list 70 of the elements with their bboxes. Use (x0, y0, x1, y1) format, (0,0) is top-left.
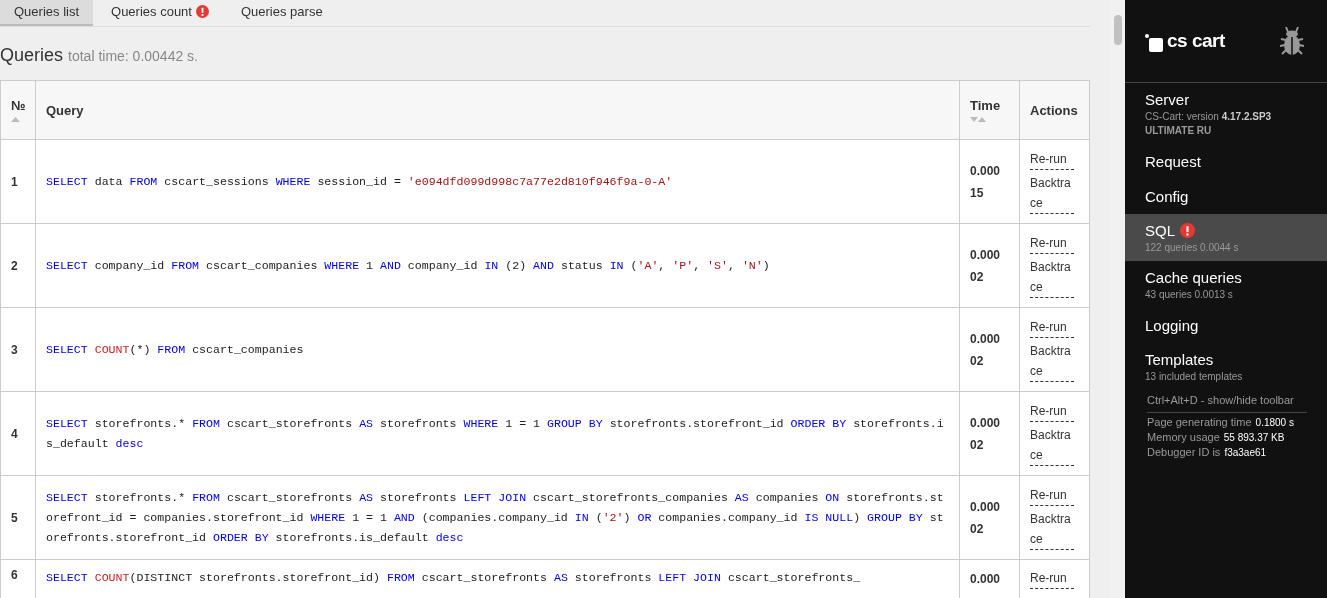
tab[interactable]: Queries parse (226, 0, 337, 26)
query-time: 0.00002 (970, 414, 1002, 454)
action-link[interactable]: Re-run (1030, 233, 1074, 254)
item-label: Server (1145, 91, 1190, 108)
row-number: 2 (11, 258, 18, 273)
scrollbar[interactable] (1110, 0, 1125, 598)
sidebar-item[interactable]: Logging (1125, 308, 1327, 343)
item-label: Config (1145, 188, 1189, 205)
item-detail: 43 queries 0.0013 s (1145, 289, 1234, 300)
row-number: 3 (11, 342, 18, 357)
column-title: Query (46, 102, 84, 118)
row-number: 4 (11, 426, 18, 441)
sort-icon[interactable] (970, 117, 986, 122)
item-detail: 13 included templates (1145, 371, 1244, 382)
stat-value: 55 893.37 KB (1223, 432, 1285, 443)
item-detail: ULTIMATE RU (1145, 125, 1213, 136)
tab[interactable]: Queries list (0, 0, 94, 26)
column-title: Time (970, 98, 1001, 113)
item-detail: CS-Cart: version 4.17.2.SP3 (1145, 111, 1273, 122)
row-number: 5 (11, 510, 18, 525)
stat-value: 0.1800 s (1255, 417, 1294, 428)
action-link[interactable]: Re-run (1030, 485, 1074, 506)
action-link[interactable]: Backtrace (1030, 425, 1074, 466)
query-time: 0.00002 (970, 330, 1002, 370)
action-link[interactable]: Backtrace (1030, 173, 1074, 214)
action-link[interactable]: Re-run (1030, 149, 1074, 170)
sql-query: SELECT company_id FROM cscart_companies WHERE 1 AND company_id IN (2) AND status IN ('A', 'P', 'S', 'N') (46, 257, 771, 274)
stat-label: Page generating time (1147, 416, 1252, 428)
item-label: Templates (1145, 351, 1214, 368)
action-link[interactable]: Backtrace (1030, 257, 1074, 298)
item-detail: 122 queries 0.0044 s (1145, 242, 1240, 253)
sidebar-item[interactable]: Request (1125, 144, 1327, 179)
sidebar-item[interactable]: Templates 13 included templates (1125, 343, 1327, 390)
sql-query: SELECT data FROM cscart_sessions WHERE session_id = 'e094dfd099d998c7a77e2d810f946f9a-0-A' (46, 173, 674, 190)
action-link[interactable]: Re-run (1030, 317, 1074, 338)
action-link[interactable]: Backtrace (1030, 509, 1074, 550)
sidebar-item[interactable]: SQL 122 queries 0.0044 s (1125, 214, 1327, 261)
tab[interactable]: Queries count (97, 0, 223, 26)
bug-icon[interactable] (1277, 25, 1307, 57)
total-time: total time: 0.00442 s. (68, 48, 198, 64)
sort-ascending-icon[interactable] (11, 117, 20, 122)
item-label: Cache queries (1145, 269, 1242, 286)
action-link[interactable]: Backtrace (1030, 341, 1074, 382)
query-time: 0.000 (970, 571, 1002, 588)
item-label: Logging (1145, 317, 1199, 334)
section-title: Queries (0, 45, 64, 66)
logo-text: cs cart (1167, 30, 1225, 52)
stat-value: f3a3ae61 (1224, 447, 1267, 458)
row-number: 1 (11, 174, 18, 189)
column-title: № (11, 98, 26, 113)
stat-label: Debugger ID is (1147, 446, 1221, 458)
query-time: 0.00015 (970, 162, 1002, 202)
shortcut-hint: Ctrl+Alt+D - show/hide toolbar (1147, 394, 1307, 413)
row-number: 6 (11, 568, 18, 582)
sql-query: SELECT storefronts.* FROM cscart_storefronts AS storefronts WHERE 1 = 1 GROUP BY storefronts.storefront_id ORDER BY storefronts.is_default desc (46, 415, 945, 452)
item-label: SQL (1145, 222, 1175, 239)
sql-query: SELECT COUNT(*) FROM cscart_companies (46, 341, 305, 358)
logo-square-icon (1145, 34, 1163, 52)
sidebar-item[interactable]: Cache queries 43 queries 0.0013 s (1125, 261, 1327, 308)
sidebar-item[interactable]: Config (1125, 179, 1327, 214)
query-time: 0.00002 (970, 246, 1002, 286)
column-title: Actions (1030, 102, 1078, 118)
query-time: 0.00002 (970, 498, 1002, 538)
sql-query: SELECT storefronts.* FROM cscart_storefronts AS storefronts LEFT JOIN cscart_storefronts_companies AS companies ON storefronts.storefront_id = companies.storefront_id WHERE 1 = 1 AND (companies.company_id IN ('2') OR companies.company_id IS NULL) GROUP BY storefronts.storefront_id ORDER BY storefronts.is_default desc (46, 489, 945, 546)
scrollbar-thumb[interactable] (1113, 15, 1122, 45)
sql-query: SELECT COUNT(DISTINCT storefronts.storefront_id) FROM cscart_storefronts AS storefronts LEFT JOIN cscart_storefronts_ (46, 570, 862, 586)
sidebar-item[interactable]: Server CS-Cart: version 4.17.2.SP3 ULTIMATE RU (1125, 83, 1327, 144)
action-link[interactable]: Re-run (1030, 401, 1074, 422)
item-label: Request (1145, 153, 1201, 170)
stat-label: Memory usage (1147, 431, 1220, 443)
